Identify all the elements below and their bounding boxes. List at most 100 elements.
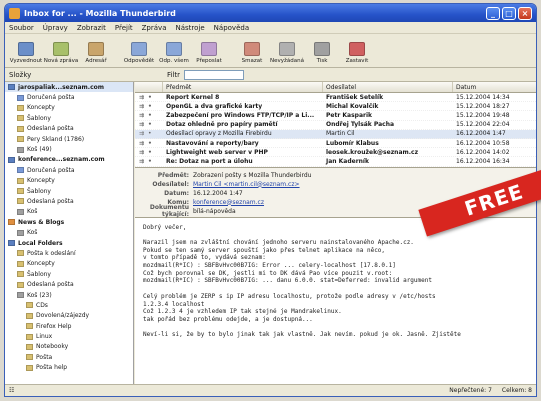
sent-icon bbox=[17, 281, 24, 288]
star-icon[interactable]: • bbox=[148, 149, 152, 156]
star-icon[interactable]: • bbox=[148, 130, 152, 137]
attach-key: Dokumentu týkající: bbox=[149, 204, 189, 218]
stop-icon bbox=[349, 42, 365, 56]
body-line: Neví-li si, že by to bylo jinak tak jak … bbox=[143, 331, 461, 339]
toolbar-button[interactable]: Vyzvednout bbox=[9, 42, 43, 64]
message-row[interactable]: ⇉ • Dotaz ohledně pro papíry pamětí Ondřej … bbox=[135, 121, 536, 130]
folder-icon bbox=[26, 323, 33, 330]
folder-item[interactable]: Pošta help bbox=[5, 363, 133, 373]
column-from[interactable]: Odesílatel bbox=[323, 82, 453, 92]
folder-item[interactable]: Koncepty bbox=[5, 259, 133, 269]
unread-count: Nepřečtené: 7 bbox=[449, 387, 492, 394]
menu-item[interactable]: Zpráva bbox=[142, 24, 167, 32]
menu-item[interactable]: Úpravy bbox=[43, 24, 68, 32]
minimize-button[interactable]: _ bbox=[486, 6, 500, 20]
folder-item[interactable]: Koncepty bbox=[5, 103, 133, 113]
folder-pane: jarospaliak...seznam.com Doručená pošta Ko… bbox=[5, 82, 134, 386]
menu-item[interactable]: Soubor bbox=[9, 24, 34, 32]
trash-icon bbox=[17, 292, 24, 298]
message-list-header: Předmět Odesílatel Datum bbox=[135, 82, 536, 93]
row-icons: ⇉ • bbox=[135, 103, 163, 110]
folder-item[interactable]: Odeslaná pošta bbox=[5, 196, 133, 206]
folder-item[interactable]: Koš (23) bbox=[5, 290, 133, 300]
folder-item[interactable]: Koš bbox=[5, 207, 133, 217]
toolbar-button[interactable]: Tisk bbox=[305, 42, 339, 64]
star-icon[interactable]: • bbox=[148, 158, 152, 165]
message-row[interactable]: ⇉ • Odesílací opravy z Mozilla Firebirdu Ma… bbox=[135, 129, 536, 139]
toolbar-button[interactable]: Přeposlat bbox=[192, 42, 226, 64]
message-row[interactable]: ⇉ • OpenGL a dva grafické karty Michal Kova… bbox=[135, 102, 536, 112]
toolbar-button-label: Přeposlat bbox=[196, 58, 222, 64]
folder-icon bbox=[26, 364, 33, 371]
folder-item[interactable]: Šablony bbox=[5, 269, 133, 279]
star-icon[interactable]: • bbox=[148, 140, 152, 147]
message-row[interactable]: ⇉ • Re: Dotaz na port a úlohu Jan Kaderník 1… bbox=[135, 157, 536, 167]
star-icon[interactable]: • bbox=[148, 103, 152, 110]
row-icons: ⇉ • bbox=[135, 130, 163, 137]
folder-label: Šablony bbox=[27, 114, 51, 122]
menu-item[interactable]: Nápověda bbox=[214, 24, 249, 32]
message-row[interactable]: ⇉ • Zabezpečení pro Windows FTP/TCP/IP a L… bbox=[135, 111, 536, 121]
folder-label: Koš (23) bbox=[27, 291, 52, 299]
star-icon[interactable]: • bbox=[148, 121, 152, 128]
compose-icon bbox=[53, 42, 69, 56]
folder-item[interactable]: konference...seznam.com bbox=[5, 155, 133, 165]
folder-header-bar: Složky Filtr bbox=[5, 68, 536, 82]
toolbar-button[interactable]: Odp. všem bbox=[157, 42, 191, 64]
star-icon[interactable]: • bbox=[148, 112, 152, 119]
toolbar-button[interactable]: Zastavit bbox=[340, 42, 374, 64]
close-button[interactable]: × bbox=[518, 6, 532, 20]
toolbar-button[interactable]: Nevyžádaná bbox=[270, 42, 304, 64]
message-row[interactable]: ⇉ • Lightweight web server v PHP leosek.kro… bbox=[135, 148, 536, 158]
toolbar-button[interactable]: Adresář bbox=[79, 42, 113, 64]
folder-label: Koš (49) bbox=[27, 146, 52, 154]
junk-icon bbox=[279, 42, 295, 56]
column-subject[interactable]: Předmět bbox=[163, 82, 323, 92]
folder-item[interactable]: Pošta bbox=[5, 352, 133, 362]
folder-item[interactable]: Dovolená/zájezdy bbox=[5, 311, 133, 321]
message-subject: Re: Dotaz na port a úlohu bbox=[166, 157, 253, 165]
folder-item[interactable]: Koš bbox=[5, 227, 133, 237]
folder-item[interactable]: Koš (49) bbox=[5, 144, 133, 154]
folder-item[interactable]: Šablony bbox=[5, 113, 133, 123]
column-date[interactable]: Datum bbox=[453, 82, 536, 92]
message-from: Lubomír Klabus bbox=[326, 139, 379, 147]
folder-item[interactable]: Pery Skland (1786) bbox=[5, 134, 133, 144]
message-list: ⇉ • Report Kernel 8 František Šetelík 15.12.… bbox=[135, 93, 536, 167]
column-icons[interactable] bbox=[135, 82, 163, 92]
folder-item[interactable]: jarospaliak...seznam.com bbox=[5, 82, 133, 93]
folder-item[interactable]: Koncepty bbox=[5, 176, 133, 186]
folder-item[interactable]: Doručená pošta bbox=[5, 92, 133, 102]
folder-item[interactable]: CDs bbox=[5, 300, 133, 310]
toolbar-button[interactable]: Smazat bbox=[235, 42, 269, 64]
from-link[interactable]: Martin Cil <martin.cil@seznam.cz> bbox=[193, 181, 300, 188]
maximize-button[interactable]: □ bbox=[502, 6, 516, 20]
templates-icon bbox=[17, 188, 24, 195]
folder-item[interactable]: Doručená pošta bbox=[5, 165, 133, 175]
folder-item[interactable]: News & Blogs bbox=[5, 217, 133, 227]
folder-item[interactable]: Linux bbox=[5, 331, 133, 341]
local-folders-icon bbox=[8, 240, 15, 247]
toolbar-button[interactable]: Nová zpráva bbox=[44, 42, 78, 64]
folder-item[interactable]: Odeslaná pošta bbox=[5, 124, 133, 134]
body-line: mozdmail(R*IC) : SBFBvHvc00B7IG: ... dan… bbox=[143, 277, 432, 285]
trash-icon bbox=[17, 229, 24, 236]
toolbar-button[interactable]: Odpovědět bbox=[122, 42, 156, 64]
folder-item[interactable]: Pošta k odeslání bbox=[5, 248, 133, 258]
folder-icon bbox=[26, 343, 33, 350]
folder-item[interactable]: Local Folders bbox=[5, 238, 133, 248]
folder-label: Koš bbox=[27, 229, 38, 237]
menu-item[interactable]: Nástroje bbox=[175, 24, 204, 32]
folder-item[interactable]: Firefox Help bbox=[5, 321, 133, 331]
filter-input[interactable] bbox=[184, 69, 245, 80]
from-key: Odesílatel: bbox=[152, 180, 189, 188]
folder-item[interactable]: Šablony bbox=[5, 186, 133, 196]
menu-item[interactable]: Zobrazit bbox=[77, 24, 106, 32]
to-link[interactable]: konference@seznam.cz bbox=[193, 199, 264, 206]
star-icon[interactable]: • bbox=[148, 94, 152, 101]
folder-item[interactable]: Odeslaná pošta bbox=[5, 279, 133, 289]
menu-item[interactable]: Přejít bbox=[115, 24, 133, 32]
message-row[interactable]: ⇉ • Report Kernel 8 František Šetelík 15.12.… bbox=[135, 93, 536, 103]
message-row[interactable]: ⇉ • Nastavování a reporty/bary Lubomír Klab… bbox=[135, 139, 536, 149]
folder-item[interactable]: Notebooky bbox=[5, 342, 133, 352]
